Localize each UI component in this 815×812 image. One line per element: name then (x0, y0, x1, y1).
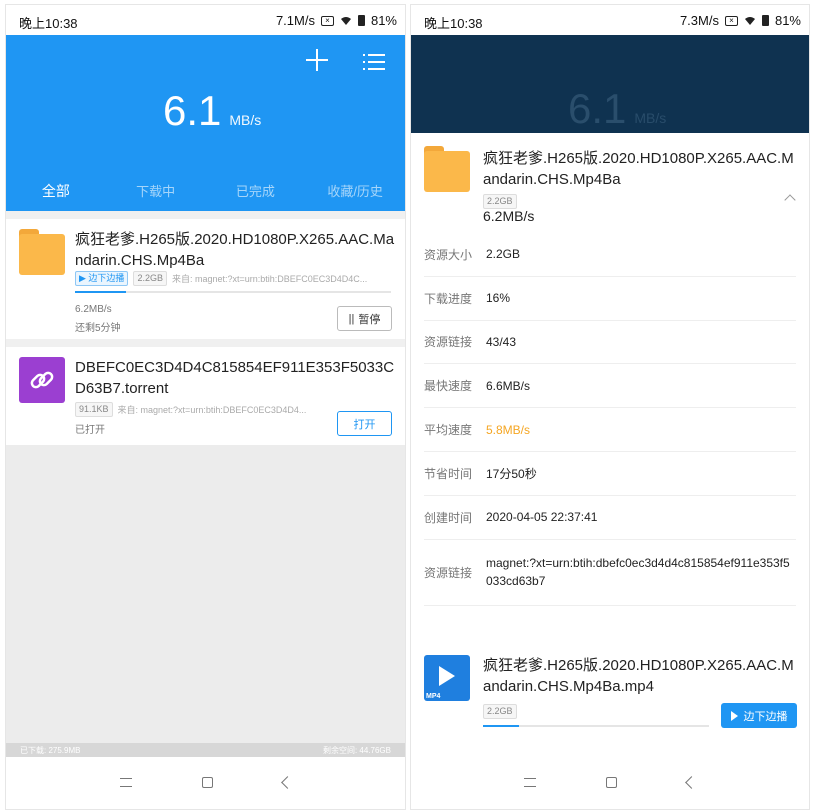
network-speed: 7.3M/s (679, 13, 719, 28)
size-badge: 2.2GB (483, 191, 517, 209)
video-file-icon: MP4 (424, 655, 470, 701)
open-button[interactable]: 打开 (337, 411, 392, 436)
task-source: 来自: magnet:?xt=urn:btih:DBEFC0EC3D4D4... (117, 405, 307, 415)
task-title: DBEFC0EC3D4D4C815854EF911E353F5033CD63B7… (75, 359, 395, 397)
link-icon (19, 357, 65, 403)
speed-unit: MB/s (634, 110, 667, 126)
battery-icon (357, 15, 365, 26)
task-title: 疯狂老爹.H265版.2020.HD1080P.X265.AAC.Mandari… (483, 150, 794, 188)
detail-row-max-speed: 最快速度 6.6MB/s (424, 364, 796, 409)
status-time: 晚上10:38 (19, 16, 78, 31)
list-icon[interactable] (363, 53, 385, 71)
progress-bar (75, 291, 391, 293)
size-badge: 2.2GB (133, 271, 167, 286)
detail-row-magnet: 资源链接 magnet:?xt=urn:btih:dbefc0ec3d4d4c81… (424, 540, 796, 606)
home-icon[interactable] (606, 776, 617, 788)
task-source: 来自: magnet:?xt=urn:btih:DBEFC0EC3D4D4C..… (171, 274, 368, 284)
back-icon[interactable] (685, 775, 698, 789)
wifi-icon (340, 16, 351, 25)
status-time: 晚上10:38 (424, 16, 483, 31)
system-nav-bar (6, 755, 405, 809)
no-sim-icon: × (320, 15, 334, 26)
no-sim-icon: × (724, 15, 738, 26)
task-title: 疯狂老爹.H265版.2020.HD1080P.X265.AAC.Mandari… (75, 231, 395, 269)
detail-row-links: 资源链接 43/43 (424, 321, 796, 365)
menu-icon[interactable] (524, 777, 536, 787)
download-list-screen: 晚上10:38 7.1M/s × 81% 6.1 MB/s 全部 下载中 已完成… (5, 4, 406, 810)
time-remaining: 还剩5分钟 (75, 323, 121, 334)
tab-favorites-history[interactable]: 收藏/历史 (305, 181, 405, 211)
task-meta: 91.1KB 来自: magnet:?xt=urn:btih:DBEFC0EC3… (75, 402, 333, 417)
detail-list: 资源大小 2.2GB 下载进度 16% 资源链接 43/43 最快速度 6.6MB/s … (411, 233, 809, 606)
file-title: 疯狂老爹.H265版.2020.HD1080P.X265.AAC.Mandari… (483, 657, 794, 695)
current-speed: 6.1 MB/s (568, 85, 666, 133)
tab-all[interactable]: 全部 (6, 181, 106, 211)
folder-icon (19, 229, 65, 275)
folder-icon (424, 146, 470, 192)
battery-level: 81% (370, 13, 397, 28)
plus-icon[interactable] (306, 49, 328, 71)
back-icon[interactable] (280, 775, 294, 789)
detail-row-size: 资源大小 2.2GB (424, 233, 796, 277)
stream-play-button[interactable]: 边下边播 (721, 703, 797, 728)
collapse-chevron-icon[interactable] (784, 194, 796, 206)
speed-header: 6.1 MB/s 全部 下载中 已完成 收藏/历史 (6, 35, 405, 211)
network-speed: 7.1M/s (275, 13, 315, 28)
home-icon[interactable] (201, 776, 213, 788)
current-speed: 6.1 MB/s (163, 87, 261, 135)
status-bar: 晚上10:38 7.3M/s × 81% (411, 5, 809, 35)
menu-icon[interactable] (119, 777, 132, 787)
file-item[interactable]: MP4 疯狂老爹.H265版.2020.HD1080P.X265.AAC.Man… (411, 645, 809, 745)
tab-bar: 全部 下载中 已完成 收藏/历史 (6, 181, 405, 211)
system-nav-bar (411, 755, 809, 809)
task-speed: 6.2MB/s (483, 208, 535, 224)
pause-button[interactable]: || 暂停 (337, 306, 392, 331)
detail-row-progress: 下载进度 16% (424, 277, 796, 321)
task-speed: 6.2MB/s (75, 304, 112, 315)
speed-value: 6.1 (163, 87, 222, 134)
detail-row-saved-time: 节省时间 17分50秒 (424, 452, 796, 496)
tab-downloading[interactable]: 下载中 (106, 181, 206, 211)
task-status: 已打开 (75, 425, 105, 436)
downloaded-amount: 已下载: 275.9MB (20, 745, 81, 755)
status-bar: 晚上10:38 7.1M/s × 81% (6, 5, 405, 35)
detail-row-avg-speed: 平均速度 5.8MB/s (424, 408, 796, 452)
size-badge: 2.2GB (483, 701, 517, 719)
progress-bar (483, 725, 709, 727)
task-meta: ▶ 边下边播 2.2GB 来自: magnet:?xt=urn:btih:DBE… (75, 271, 395, 286)
dimmed-speed-header: 6.1 MB/s (411, 35, 809, 133)
divider (6, 211, 405, 219)
divider (6, 339, 405, 347)
empty-area (6, 445, 405, 743)
stream-badge: ▶ 边下边播 (75, 271, 129, 286)
detail-row-created: 创建时间 2020-04-05 22:37:41 (424, 496, 796, 540)
task-detail-screen: 晚上10:38 7.3M/s × 81% 6.1 MB/s 疯狂老爹.H265版… (410, 4, 810, 810)
tab-completed[interactable]: 已完成 (206, 181, 306, 211)
size-badge: 91.1KB (75, 402, 113, 417)
pause-icon: || (348, 312, 355, 325)
wifi-icon (744, 16, 755, 25)
free-space: 剩余空间: 44.76GB (322, 745, 391, 755)
play-icon (730, 710, 738, 721)
battery-icon (761, 15, 769, 26)
speed-value: 6.1 (568, 85, 627, 132)
task-item[interactable]: 疯狂老爹.H265版.2020.HD1080P.X265.AAC.Mandari… (6, 219, 405, 339)
speed-unit: MB/s (229, 112, 262, 128)
battery-level: 81% (774, 13, 801, 28)
task-item[interactable]: DBEFC0EC3D4D4C815854EF911E353F5033CD63B7… (6, 347, 405, 445)
